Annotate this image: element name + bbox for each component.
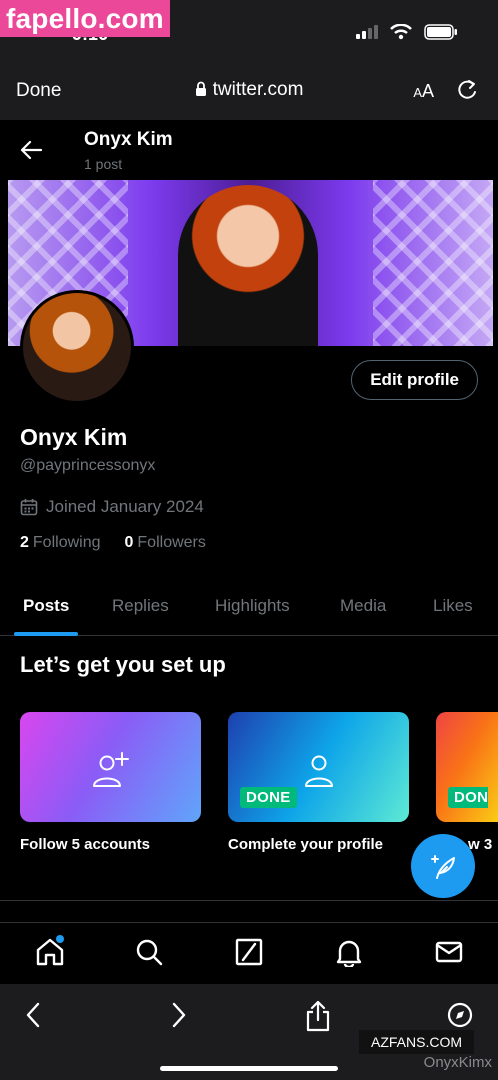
- setup-card-follow[interactable]: [20, 712, 201, 822]
- home-indicator: [160, 1066, 338, 1071]
- banner-decor-right: [373, 180, 493, 346]
- text-size-small: A: [413, 85, 422, 100]
- lock-icon: [195, 81, 206, 96]
- card-label-partial: w 3: [468, 836, 493, 853]
- signal-icon: [356, 25, 378, 39]
- edit-profile-button[interactable]: Edit profile: [351, 360, 478, 400]
- tab-likes[interactable]: Likes: [433, 596, 473, 616]
- url-text: twitter.com: [212, 79, 304, 100]
- banner-photo-subject: [178, 185, 318, 346]
- done-badge: DONE: [240, 787, 297, 808]
- following-link[interactable]: 2 Following: [20, 534, 101, 552]
- text-size-large: A: [421, 81, 434, 101]
- follow-stats: 2 Following 0 Followers: [20, 534, 206, 552]
- text-size-button[interactable]: AA: [413, 81, 434, 102]
- profile-tabs: Posts Replies Highlights Media Likes: [0, 582, 498, 636]
- tab-posts[interactable]: Posts: [23, 596, 69, 616]
- home-notification-dot: [56, 935, 64, 943]
- joined-text: Joined January 2024: [46, 497, 204, 516]
- messages-envelope-icon[interactable]: [434, 937, 464, 967]
- following-count: 2: [20, 534, 29, 551]
- tab-replies[interactable]: Replies: [112, 596, 169, 616]
- following-label: Following: [32, 534, 101, 551]
- calendar-icon: [20, 499, 38, 516]
- battery-icon: [424, 24, 457, 40]
- followers-count: 0: [124, 534, 134, 551]
- add-person-icon: [92, 752, 129, 787]
- back-arrow-icon[interactable]: [20, 140, 42, 160]
- search-icon[interactable]: [134, 937, 164, 967]
- tab-media[interactable]: Media: [340, 596, 386, 616]
- card-label-follow: Follow 5 accounts: [20, 836, 151, 853]
- profile-page: Onyx Kim 1 post Edit profile Onyx Kim @p…: [0, 120, 498, 922]
- compass-icon[interactable]: [446, 1000, 474, 1030]
- status-icons: [356, 24, 458, 40]
- bottom-nav: [0, 922, 498, 984]
- joined-date: Joined January 2024: [20, 497, 204, 517]
- compose-post-button[interactable]: [411, 834, 475, 898]
- watermark-azfans: AZFANS.COM: [359, 1030, 474, 1054]
- setup-card-complete-profile[interactable]: DONE: [228, 712, 409, 822]
- profile-name: Onyx Kim: [20, 424, 128, 450]
- followers-label: Followers: [137, 534, 206, 551]
- followers-link[interactable]: 0 Followers: [125, 534, 206, 552]
- profile-handle: @payprincessonyx: [20, 457, 156, 474]
- section-divider: [0, 900, 498, 901]
- avatar[interactable]: [20, 290, 134, 404]
- reload-icon[interactable]: [456, 78, 478, 102]
- tab-highlights[interactable]: Highlights: [215, 596, 290, 616]
- watermark-username: OnyxKimx: [423, 1054, 492, 1071]
- browser-forward-icon[interactable]: [168, 1000, 188, 1030]
- setup-title: Let’s get you set up: [20, 652, 226, 677]
- setup-card-partial[interactable]: DON: [436, 712, 498, 822]
- wifi-icon: [390, 24, 412, 40]
- header-post-count: 1 post: [84, 156, 123, 172]
- share-icon[interactable]: [304, 1000, 332, 1032]
- browser-back-icon[interactable]: [24, 1000, 44, 1030]
- active-tab-indicator: [14, 632, 78, 636]
- header-name: Onyx Kim: [84, 129, 173, 150]
- watermark-top: fapello.com: [0, 0, 170, 37]
- done-badge-partial: DON: [448, 787, 489, 808]
- person-icon: [304, 755, 333, 787]
- notifications-bell-icon[interactable]: [334, 937, 364, 967]
- card-label-complete-profile: Complete your profile: [228, 836, 384, 853]
- grok-icon[interactable]: [234, 937, 264, 967]
- compose-feather-icon: [431, 855, 455, 879]
- browser-bar: Done twitter.com AA: [0, 60, 498, 120]
